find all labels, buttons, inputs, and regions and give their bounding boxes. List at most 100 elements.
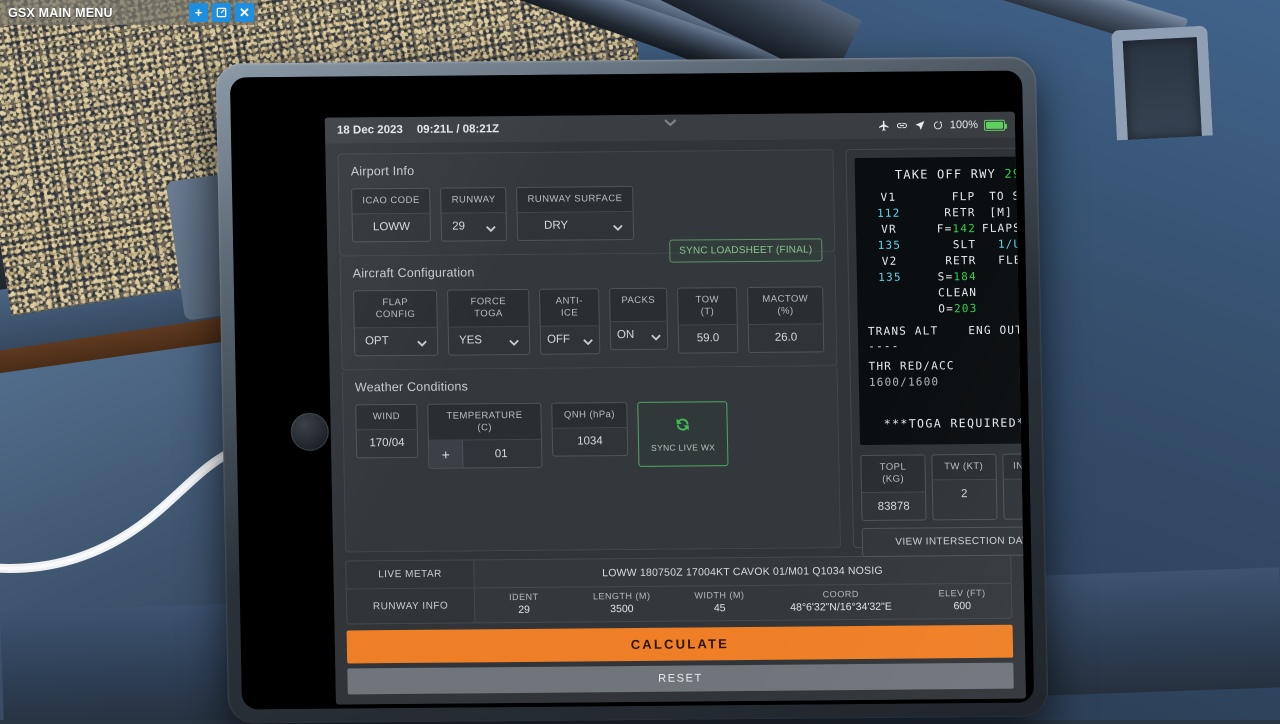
chevron-down-icon [663,119,676,127]
slt-retr-value: 184 [953,270,977,283]
runway-surface-select[interactable]: DRY [518,212,633,240]
clean-value: 203 [954,302,978,315]
clean-label: CLEAN [919,285,977,301]
anti-ice-field[interactable]: ANTI- ICE OFF [539,288,600,354]
location-arrow-icon [914,119,926,131]
runway-ident-key: IDENT [477,592,571,603]
tablet-screen: 18 Dec 2023 09:21L / 08:21Z [325,112,1026,705]
chevron-down-icon [651,331,661,338]
info-table: LIVE METAR LOWW 180750Z 17004KT CAVOK 01… [345,555,1012,625]
runway-ident-cell: IDENT 29 [475,588,573,623]
vr-label: VR [866,221,913,237]
runway-length-key: LENGTH (M) [575,591,669,602]
v2-value: 135 [867,269,914,285]
pull-down-handle[interactable] [657,116,683,130]
packs-value: ON [617,329,634,341]
tablet-home-button[interactable] [290,413,329,451]
gsx-window-titlebar: GSX MAIN MENU + ✕ [0,0,258,25]
info-table-wrap: LIVE METAR LOWW 180750Z 17004KT CAVOK 01… [333,547,1024,625]
tow-field[interactable]: TOW (T) 59.0 [677,287,738,353]
runway-elev-value: 600 [915,600,1009,613]
battery-icon [984,119,1005,130]
takeoff-performance-card: TAKE OFF RWY 29 V1 112 VR 135 [845,147,1026,548]
packs-select[interactable]: ON [611,321,668,348]
battery-percent: 100% [950,119,978,131]
runway-select[interactable]: 29 [442,213,506,241]
runway-surface-label: RUNWAY SURFACE [517,187,632,213]
flap-config-select[interactable]: OPT [355,327,438,355]
temperature-field[interactable]: TEMPERATURE (C) + 01 [427,402,542,469]
topl-field[interactable]: TOPL (KG) 83878 [860,455,926,521]
chevron-down-icon [509,337,519,344]
runway-width-cell: WIDTH (M) 45 [670,586,768,621]
force-toga-value: YES [459,334,482,346]
view-intersection-data-button[interactable]: VIEW INTERSECTION DATA ➜ [862,526,1026,557]
action-buttons: CALCULATE RESET [334,619,1026,705]
packs-field[interactable]: PACKS ON [609,288,668,350]
runway-value: 29 [452,221,465,233]
live-metar-label: LIVE METAR [346,560,475,588]
flap-config-value: OPT [365,335,389,347]
temperature-input-row[interactable]: + 01 [429,440,542,468]
runway-elev-key: ELEV (FT) [915,588,1009,599]
wind-field[interactable]: WIND 170/04 [355,403,418,457]
qnh-field[interactable]: QNH (hPa) 1034 [551,402,628,457]
maximize-button[interactable] [212,3,231,22]
live-metar-text: LOWW 180750Z 17004KT CAVOK 01/M01 Q1034 … [474,556,1011,588]
runway-surface-field[interactable]: RUNWAY SURFACE DRY [516,186,634,241]
runway-surface-value: DRY [544,220,568,232]
anti-ice-value: OFF [547,334,570,346]
background-metal-bracket-right [1111,26,1213,141]
mcdu-title-prefix: TAKE OFF RWY [895,167,996,182]
tow-label: TOW (T) [678,288,737,325]
temperature-sign-toggle[interactable]: + [429,441,464,468]
anti-ice-select[interactable]: OFF [541,326,600,354]
topl-value: 83878 [862,492,925,520]
clean-prefix: O= [938,302,954,315]
flap-config-field[interactable]: FLAP CONFIG OPT [353,290,438,356]
mcdu-retraction-speeds: FLP RETR F=142 SLT RETR S=184 CLEAN O=20… [917,189,977,317]
eng-out-acc-label: ENG OUT ACC [968,322,1026,339]
force-toga-select[interactable]: YES [449,327,530,355]
tw-label: TW (KT) [932,455,995,480]
runway-length-cell: LENGTH (M) 3500 [573,587,671,622]
mcdu-title: TAKE OFF RWY 29 [865,166,1026,182]
weather-conditions-title: Weather Conditions [355,376,825,394]
force-toga-field[interactable]: FORCE TOGA YES [447,289,530,355]
mactow-field[interactable]: MACTOW (%) 26.0 [747,286,824,352]
calculate-button[interactable]: CALCULATE [347,625,1014,664]
wind-label: WIND [356,405,416,430]
thr-red-acc-label: THR RED/ACC [868,359,954,376]
icao-code-field[interactable]: ICAO CODE LOWW [351,188,431,243]
status-date: 18 Dec 2023 [337,124,403,137]
runway-coord-value: 48°6'32"N/16°34'32"E [771,601,912,614]
force-toga-label: FORCE TOGA [448,290,529,327]
flap-config-label: FLAP CONFIG [354,291,437,328]
mactow-value: 26.0 [749,324,824,352]
slt-retr-label: SLT RETR [918,237,976,269]
view-intersection-data-label: VIEW INTERSECTION DATA [895,535,1026,547]
tow-value: 59.0 [679,325,738,353]
v2-label: V2 [866,253,913,269]
add-button[interactable]: + [189,3,208,22]
runway-info-label: RUNWAY INFO [347,588,476,623]
flp-retr-value: 142 [952,222,976,235]
chevron-down-icon [486,223,496,230]
efb-tablet: 18 Dec 2023 09:21L / 08:21Z [216,56,1049,723]
reset-button[interactable]: RESET [347,663,1014,695]
sync-loadsheet-button[interactable]: SYNC LOADSHEET (FINAL) [669,238,823,262]
weather-conditions-card: Weather Conditions WIND 170/04 TEMPERATU… [342,366,842,553]
sync-live-wx-button[interactable]: SYNC LIVE WX [637,401,728,468]
maximize-icon [216,7,227,18]
close-button[interactable]: ✕ [235,3,254,22]
aircraft-configuration-title: Aircraft Configuration [353,262,823,280]
runway-info-row: RUNWAY INFO IDENT 29 LENGTH (M) 3500 [347,584,1012,624]
qnh-label: QNH (hPa) [552,403,626,429]
temperature-value: 01 [471,441,542,468]
to-shift-unit: [M] [989,206,1013,219]
runway-field[interactable]: RUNWAY 29 [440,187,507,241]
tw-field[interactable]: TW (KT) 2 [931,454,997,520]
left-column: Airport Info ICAO CODE LOWW RUNWAY 29 [337,149,841,552]
right-column: TAKE OFF RWY 29 V1 112 VR 135 [845,147,1026,548]
slt-retr-prefix: S= [938,270,954,283]
